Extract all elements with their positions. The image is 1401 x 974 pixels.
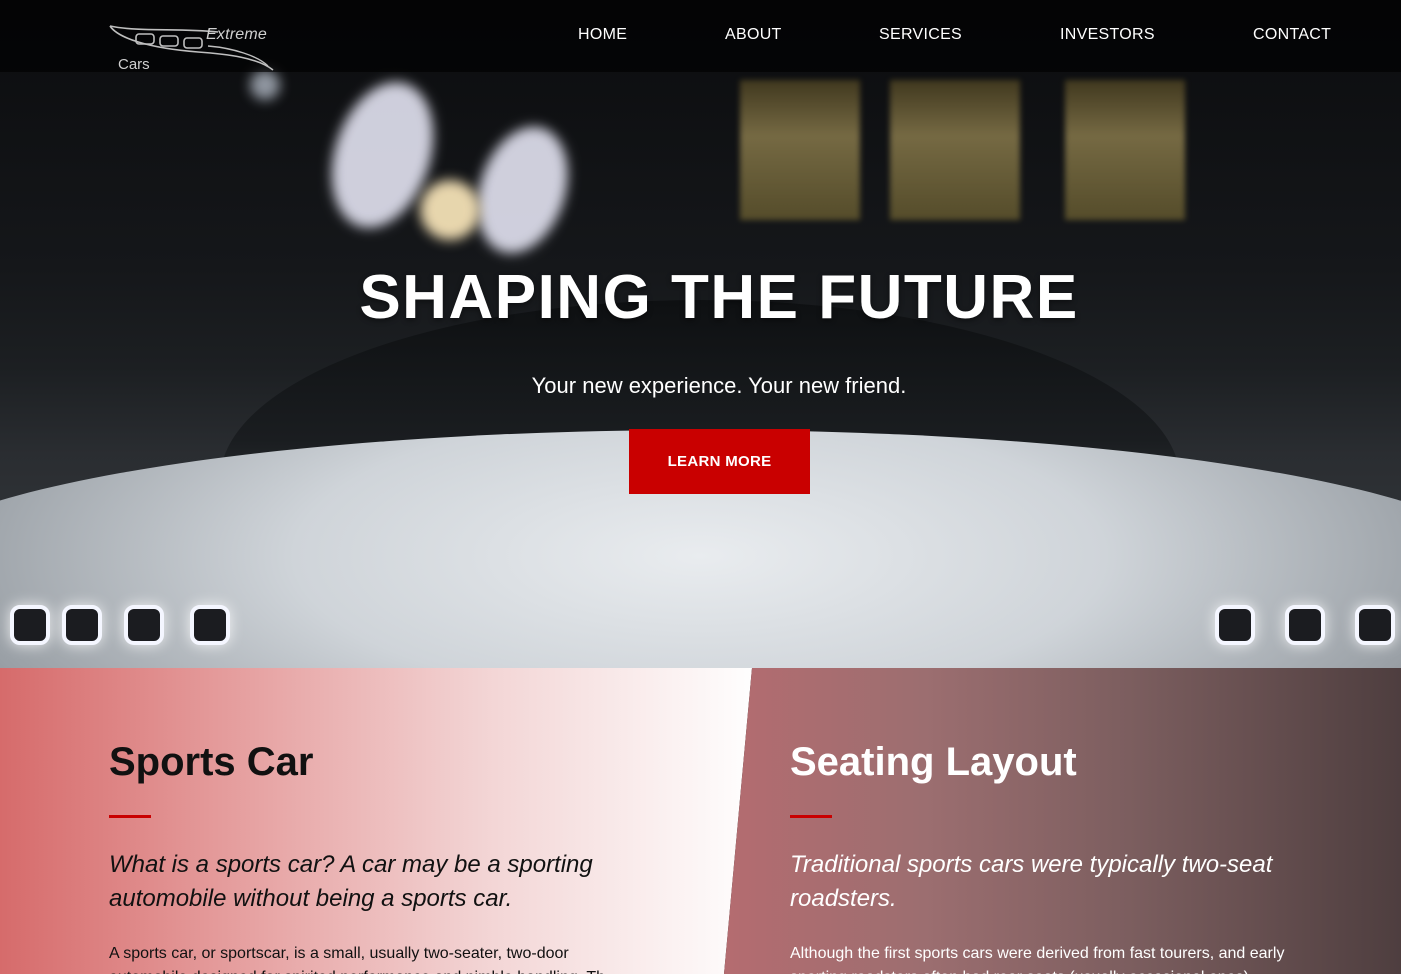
bokeh-light: [461, 115, 584, 265]
hero-title: SHAPING THE FUTURE: [359, 263, 1079, 332]
headlight: [1215, 605, 1255, 645]
info-sections: Sports Car What is a sports car? A car m…: [0, 668, 1401, 974]
sports-car-panel: [0, 668, 752, 974]
seating-layout-panel: [724, 668, 1401, 974]
headlight: [124, 605, 164, 645]
learn-more-button[interactable]: LEARN MORE: [629, 429, 810, 494]
sports-car-title: Sports Car: [109, 740, 314, 784]
sports-car-lead: What is a sports car? A car may be a spo…: [109, 851, 593, 912]
sports-car-body: A sports car, or sportscar, is a small, …: [109, 945, 605, 974]
seating-layout-lead: Traditional sports cars were typically t…: [790, 851, 1273, 912]
window-light: [890, 80, 1020, 220]
seating-layout-body: Although the first sports cars were deri…: [790, 945, 1285, 974]
window-light: [740, 80, 860, 220]
nav-services[interactable]: SERVICES: [879, 26, 962, 44]
top-navbar: Extreme Cars HOME ABOUT SERVICES INVESTO…: [0, 0, 1401, 73]
brand-name-bottom: Cars: [118, 56, 150, 73]
seating-layout-title: Seating Layout: [790, 740, 1077, 784]
headlight: [190, 605, 230, 645]
headlight: [62, 605, 102, 645]
title-divider: [790, 815, 832, 818]
headlight: [1355, 605, 1395, 645]
title-divider: [109, 815, 151, 818]
window-light: [1065, 80, 1185, 220]
nav-home[interactable]: HOME: [578, 26, 627, 44]
nav-about[interactable]: ABOUT: [725, 26, 782, 44]
nav-menu: HOME ABOUT SERVICES INVESTORS CONTACT: [0, 26, 1401, 48]
headlight: [1285, 605, 1325, 645]
bokeh-light: [420, 180, 480, 240]
headlight: [10, 605, 50, 645]
nav-contact[interactable]: CONTACT: [1253, 26, 1331, 44]
hero-subtitle: Your new experience. Your new friend.: [531, 373, 907, 398]
nav-investors[interactable]: INVESTORS: [1060, 26, 1155, 44]
hero-section: SHAPING THE FUTURE Your new experience. …: [0, 0, 1401, 668]
